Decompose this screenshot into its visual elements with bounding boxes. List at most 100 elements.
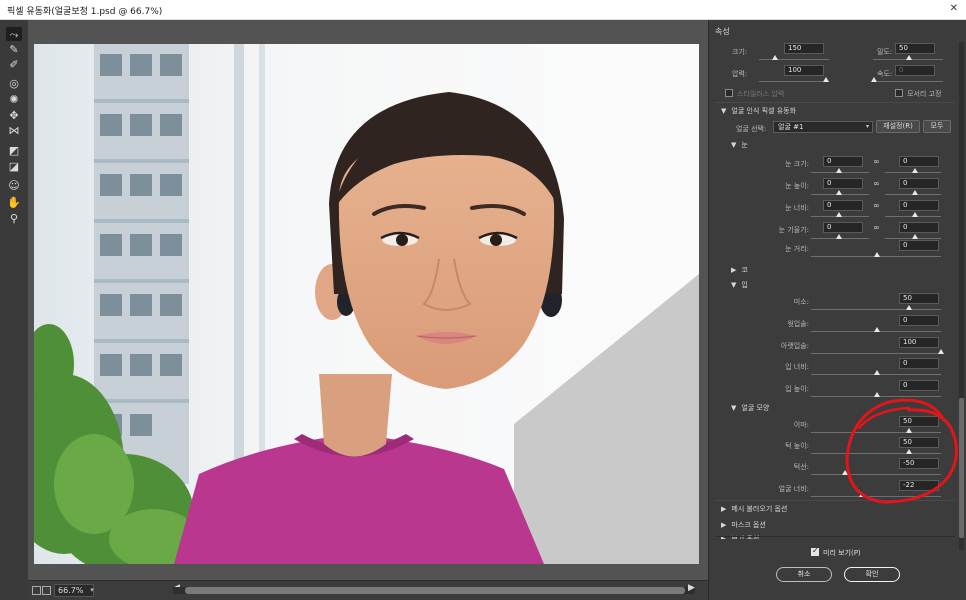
eye-right-knob[interactable]: [912, 190, 918, 195]
section-face-shape-label: 얼굴 모양: [741, 404, 770, 412]
canvas-area: [28, 20, 708, 580]
smooth-tool-icon[interactable]: ✐: [6, 57, 22, 71]
section-nose[interactable]: ▶ 코: [731, 265, 748, 275]
brush-size-field[interactable]: 150: [784, 43, 824, 54]
eye-right-field[interactable]: 0: [899, 156, 939, 167]
brush-size-slider[interactable]: [759, 59, 829, 60]
brush-rate-field[interactable]: 0: [895, 65, 935, 76]
eye-right-knob[interactable]: [912, 234, 918, 239]
bloat-tool-icon[interactable]: ✥: [6, 108, 22, 122]
eye-row-label: 눈 기울기:: [778, 226, 809, 234]
fit-view-button[interactable]: [32, 586, 41, 595]
mouth-row-knob[interactable]: [874, 327, 880, 332]
link-icon[interactable]: ∞: [873, 201, 880, 210]
brush-size-knob[interactable]: [772, 55, 778, 60]
panel-scrollbar-thumb[interactable]: [959, 398, 964, 538]
chevron-down-icon[interactable]: ▾: [86, 584, 98, 597]
section-face-shape[interactable]: ▼ 얼굴 모양: [731, 403, 769, 413]
mouth-row-knob[interactable]: [874, 370, 880, 375]
freeze-mask-tool-icon[interactable]: ◩: [6, 143, 22, 157]
select-face-dropdown[interactable]: 얼굴 #1 ▾: [773, 121, 873, 133]
face-tool-icon[interactable]: ☺: [6, 178, 22, 192]
brush-density-knob[interactable]: [906, 55, 912, 60]
mouth-row-label: 윗입술:: [787, 320, 809, 328]
mouth-row-label: 미소:: [793, 298, 809, 306]
scrollbar-thumb[interactable]: [185, 587, 685, 594]
section-face-aware[interactable]: ▼ 얼굴 인식 픽셀 유동화: [721, 106, 796, 116]
mouth-row-field[interactable]: 50: [899, 293, 939, 304]
preview-image[interactable]: [34, 44, 699, 564]
brush-pressure-knob[interactable]: [823, 77, 829, 82]
all-button[interactable]: 모두: [923, 120, 951, 133]
eye-right-field[interactable]: 0: [899, 178, 939, 189]
hand-tool-icon[interactable]: ✋: [6, 195, 22, 209]
section-mask-options[interactable]: ▶ 마스크 옵션: [721, 520, 766, 530]
chevron-down-icon: ▾: [865, 123, 869, 130]
eye-left-field[interactable]: 0: [823, 156, 863, 167]
pucker-tool-icon[interactable]: ✺: [6, 92, 22, 106]
mouth-row-knob[interactable]: [938, 349, 944, 354]
eye-right-knob[interactable]: [912, 168, 918, 173]
section-nose-label: 코: [741, 266, 748, 274]
brush-pressure-slider[interactable]: [759, 81, 829, 82]
link-icon[interactable]: ∞: [873, 223, 880, 232]
panel-scrollbar[interactable]: [959, 42, 964, 550]
tool-bar: ⤳ ✎ ✐ ◎ ✺ ✥ ⋈ ◩ ◪ ☺ ✋ ⚲: [0, 20, 28, 600]
section-eyes[interactable]: ▼ 눈: [731, 140, 748, 150]
eye-right-knob[interactable]: [912, 212, 918, 217]
ok-button[interactable]: 확인: [844, 567, 900, 582]
stylus-pressure-checkbox[interactable]: [725, 89, 733, 97]
mouth-row-field[interactable]: 100: [899, 337, 939, 348]
link-icon[interactable]: ∞: [873, 179, 880, 188]
eye-left-knob[interactable]: [836, 212, 842, 217]
section-mouth[interactable]: ▼ 입: [731, 280, 748, 290]
mouth-row-field[interactable]: 0: [899, 380, 939, 391]
preview-checkbox[interactable]: [811, 546, 819, 556]
eye-right-field[interactable]: 0: [899, 222, 939, 233]
eye-right-field[interactable]: 0: [899, 200, 939, 211]
eye-distance-knob[interactable]: [874, 252, 880, 257]
twirl-tool-icon[interactable]: ◎: [6, 76, 22, 90]
pin-edges-label: 모서리 고정: [907, 90, 942, 98]
forward-warp-tool-icon[interactable]: ⤳: [6, 27, 22, 41]
mouth-row-label: 입 높이:: [785, 385, 809, 393]
eye-left-knob[interactable]: [836, 190, 842, 195]
eye-left-knob[interactable]: [836, 168, 842, 173]
zoom-tool-icon[interactable]: ⚲: [6, 211, 22, 225]
section-mesh-options[interactable]: ▶ 메시 불러오기 옵션: [721, 504, 787, 514]
eye-row-label: 눈 크기:: [785, 160, 809, 168]
eye-left-field[interactable]: 0: [823, 200, 863, 211]
mouth-row-knob[interactable]: [906, 305, 912, 310]
preview-label: 미리 보기(P): [823, 549, 861, 557]
cancel-button[interactable]: 취소: [776, 567, 832, 582]
eye-left-knob[interactable]: [836, 234, 842, 239]
mouth-row-knob[interactable]: [874, 392, 880, 397]
brush-rate-knob[interactable]: [871, 77, 877, 82]
brush-density-field[interactable]: 50: [895, 43, 935, 54]
expanded-triangle-icon: ▼: [731, 404, 737, 412]
mouth-row-slider[interactable]: [811, 309, 941, 310]
actual-size-button[interactable]: [42, 586, 51, 595]
eye-left-field[interactable]: 0: [823, 178, 863, 189]
link-icon[interactable]: ∞: [873, 157, 880, 166]
eye-row-label: 눈 너비:: [785, 204, 809, 212]
reconstruct-tool-icon[interactable]: ✎: [6, 42, 22, 56]
brush-pressure-field[interactable]: 100: [784, 65, 824, 76]
thaw-mask-tool-icon[interactable]: ◪: [6, 159, 22, 173]
mouth-row-field[interactable]: 0: [899, 315, 939, 326]
eye-distance-field[interactable]: 0: [899, 240, 939, 251]
push-left-tool-icon[interactable]: ⋈: [6, 123, 22, 137]
mouth-row-field[interactable]: 0: [899, 358, 939, 369]
select-face-value: 얼굴 #1: [778, 123, 804, 131]
scroll-right-icon[interactable]: ▶: [688, 583, 695, 593]
close-icon[interactable]: ✕: [950, 3, 958, 14]
brush-rate-slider[interactable]: [873, 81, 943, 82]
eye-row-label: 눈 높이:: [785, 182, 809, 190]
divider: [715, 102, 955, 103]
mouth-row-slider[interactable]: [811, 353, 941, 354]
pin-edges-checkbox[interactable]: [895, 89, 903, 97]
face-shape-row-label: 턱 높이:: [785, 442, 809, 450]
reset-button[interactable]: 재설정(R): [876, 120, 920, 133]
eye-left-field[interactable]: 0: [823, 222, 863, 233]
horizontal-scrollbar[interactable]: [173, 587, 695, 594]
